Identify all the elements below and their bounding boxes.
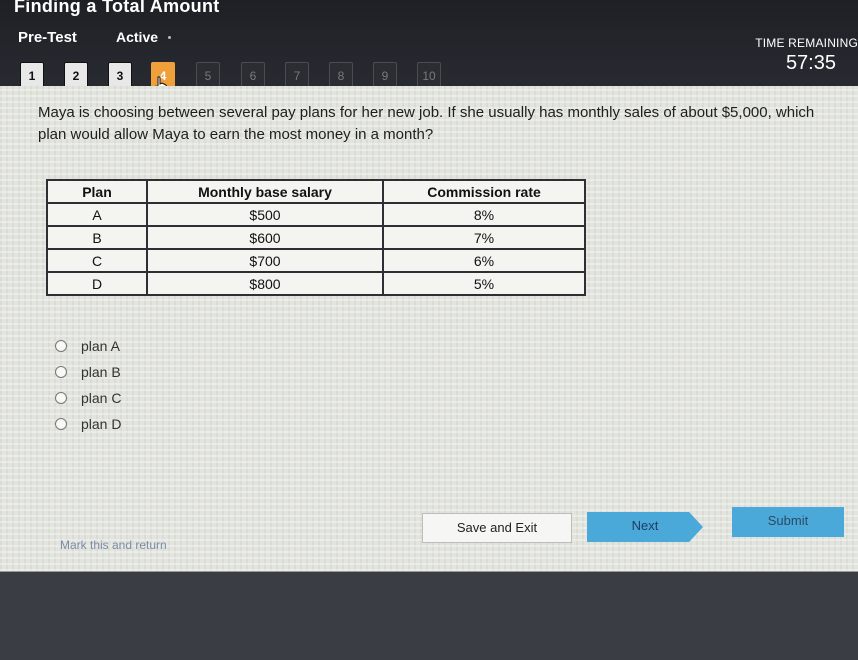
- radio-button[interactable]: [55, 340, 67, 352]
- table-cell: B: [46, 225, 148, 250]
- table-row: B $600 7%: [46, 225, 586, 250]
- table-header-base-salary: Monthly base salary: [146, 179, 384, 204]
- table-cell: 6%: [382, 248, 586, 273]
- answer-option-label: plan C: [81, 390, 122, 406]
- radio-button[interactable]: [55, 418, 67, 430]
- table-row: D $800 5%: [46, 271, 586, 296]
- table-header-plan: Plan: [46, 179, 148, 204]
- answer-option-plan-c[interactable]: plan C: [55, 385, 121, 411]
- submit-button[interactable]: Submit: [732, 507, 844, 537]
- test-type-label: Pre-Test: [18, 29, 77, 46]
- answer-option-label: plan D: [81, 416, 122, 432]
- timer-label: TIME REMAINING: [755, 36, 858, 50]
- mark-and-return-link[interactable]: Mark this and return: [60, 538, 167, 552]
- answer-options: plan A plan B plan C plan D: [55, 333, 121, 437]
- question-nav-item-9[interactable]: 9: [373, 62, 397, 88]
- table-cell: $700: [146, 248, 384, 273]
- table-header-commission: Commission rate: [382, 179, 586, 204]
- table-cell: $500: [146, 202, 384, 227]
- pay-plans-table: Plan Monthly base salary Commission rate…: [46, 179, 586, 296]
- table-header-row: Plan Monthly base salary Commission rate: [46, 179, 586, 204]
- status-label: Active: [116, 29, 159, 45]
- question-panel: Maya is choosing between several pay pla…: [0, 86, 858, 572]
- question-nav-item-1[interactable]: 1: [20, 62, 44, 88]
- answer-option-plan-b[interactable]: plan B: [55, 359, 121, 385]
- next-button[interactable]: Next: [587, 512, 703, 542]
- question-nav-item-6[interactable]: 6: [241, 62, 265, 88]
- question-nav-item-10[interactable]: 10: [417, 62, 441, 88]
- radio-button[interactable]: [55, 366, 67, 378]
- question-nav-item-7[interactable]: 7: [285, 62, 309, 88]
- timer-value: 57:35: [785, 52, 836, 74]
- question-nav-item-2[interactable]: 2: [64, 62, 88, 88]
- table-cell: A: [46, 202, 148, 227]
- table-cell: D: [46, 271, 148, 296]
- question-nav-item-8[interactable]: 8: [329, 62, 353, 88]
- table-cell: 5%: [382, 271, 586, 296]
- question-nav-item-5[interactable]: 5: [196, 62, 220, 88]
- save-and-exit-button[interactable]: Save and Exit: [422, 513, 572, 543]
- table-cell: $800: [146, 271, 384, 296]
- table-cell: C: [46, 248, 148, 273]
- answer-option-label: plan B: [81, 364, 121, 380]
- table-cell: 8%: [382, 202, 586, 227]
- table-cell: $600: [146, 225, 384, 250]
- table-row: A $500 8%: [46, 202, 586, 227]
- assignment-title: Finding a Total Amount: [14, 0, 220, 16]
- answer-option-label: plan A: [81, 338, 120, 354]
- top-bar: Finding a Total Amount Pre-Test Active 1…: [0, 0, 858, 100]
- answer-option-plan-a[interactable]: plan A: [55, 333, 121, 359]
- question-nav-item-3[interactable]: 3: [108, 62, 132, 88]
- table-row: C $700 6%: [46, 248, 586, 273]
- question-text: Maya is choosing between several pay pla…: [38, 104, 815, 143]
- status-dot: [168, 36, 171, 39]
- radio-button[interactable]: [55, 392, 67, 404]
- answer-option-plan-d[interactable]: plan D: [55, 411, 121, 437]
- table-cell: 7%: [382, 225, 586, 250]
